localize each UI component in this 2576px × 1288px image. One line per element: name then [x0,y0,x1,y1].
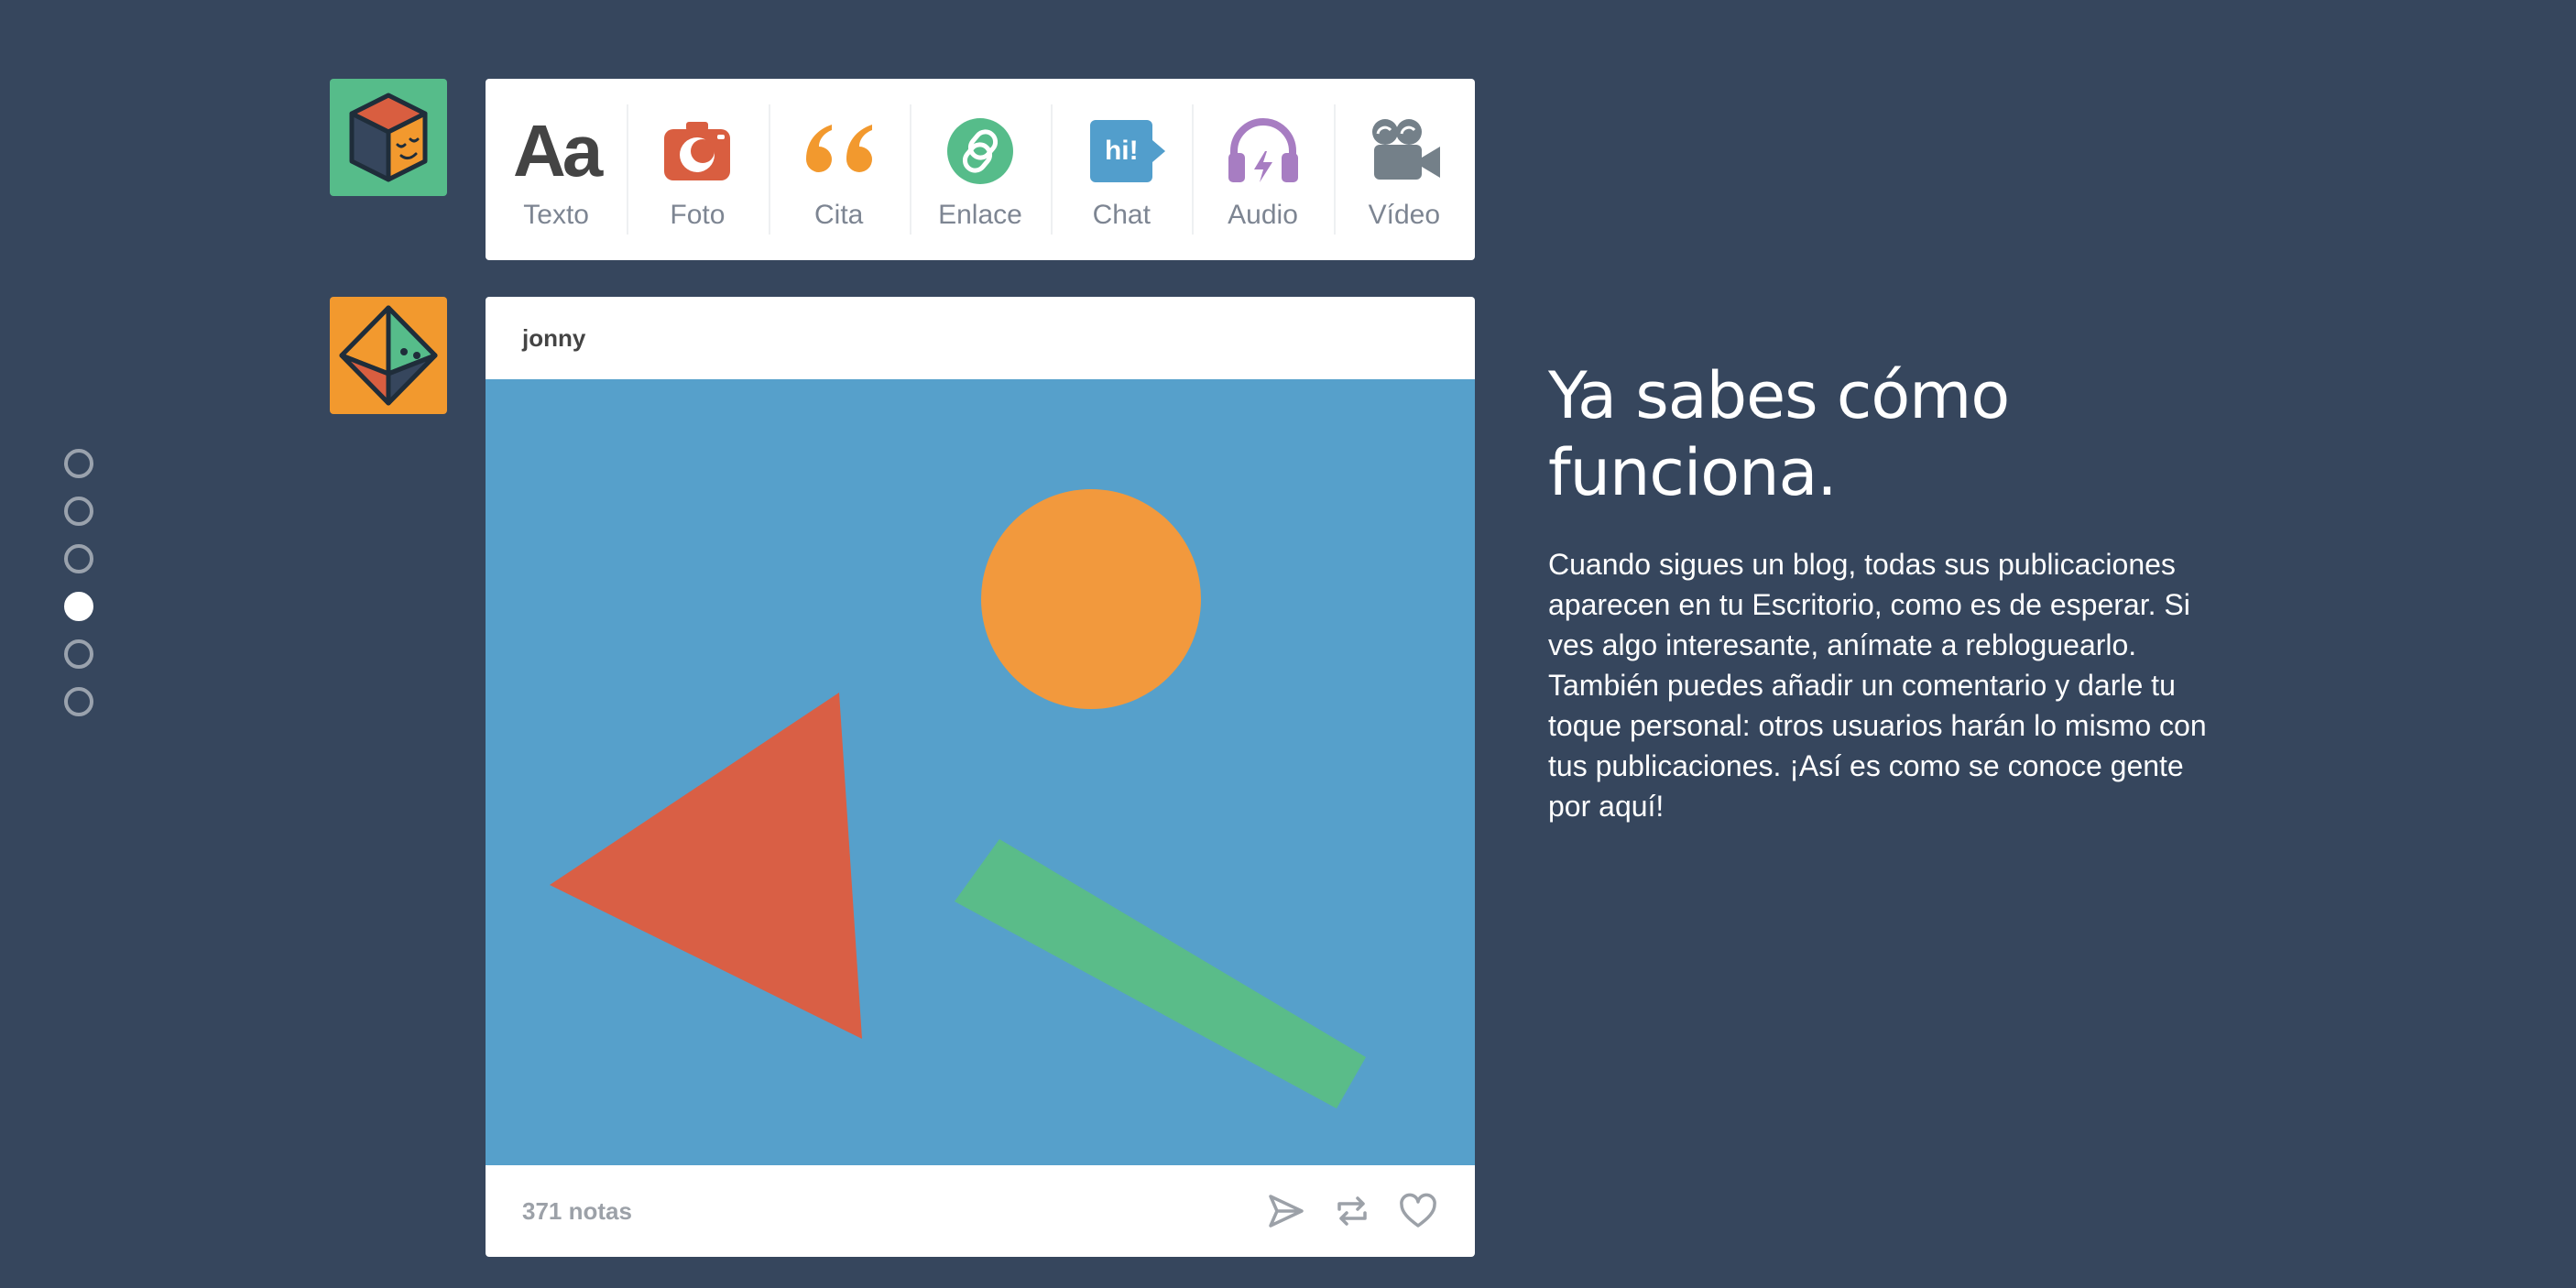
post-type-text[interactable]: Aa Texto [486,79,627,260]
post-type-photo[interactable]: Foto [627,79,768,260]
reblog-icon [1337,1196,1367,1226]
post-type-label: Texto [523,200,589,230]
link-icon [945,112,1015,191]
post-type-label: Audio [1228,200,1298,230]
like-button[interactable] [1398,1191,1438,1231]
post-type-label: Chat [1092,200,1151,230]
blog-avatar[interactable] [330,297,447,414]
red-triangle-shape [550,693,862,1039]
post-actions [1266,1191,1438,1231]
onboarding-copy: Ya sabes cómo funciona. Cuando sigues un… [1548,357,2226,826]
pager-dot-1[interactable] [64,449,93,478]
post-type-label: Cita [814,200,864,230]
post-card: jonny 371 notas [486,297,1475,1257]
post-type-label: Enlace [938,200,1022,230]
notes-count[interactable]: 371 notas [522,1197,632,1226]
post-footer: 371 notas [486,1165,1475,1257]
post-type-label: Foto [670,200,726,230]
blog-name[interactable]: jonny [522,324,585,353]
green-bar-shape [955,839,1366,1108]
quote-icon [802,112,876,191]
reblog-button[interactable] [1332,1191,1372,1231]
pager-dot-2[interactable] [64,497,93,526]
pager-dot-5[interactable] [64,639,93,669]
cube-avatar-icon [349,93,428,182]
pager-dot-4-active[interactable] [64,592,93,621]
post-type-label: Vídeo [1368,200,1441,230]
post-image[interactable] [486,379,1475,1165]
post-type-chat[interactable]: hi! Chat [1051,79,1192,260]
share-icon [1269,1195,1304,1228]
post-header: jonny [486,297,1475,379]
post-type-video[interactable]: Vídeo [1333,79,1475,260]
pager-dot-3[interactable] [64,544,93,573]
post-type-audio[interactable]: Audio [1192,79,1333,260]
headphones-icon [1227,112,1300,191]
post-type-bar: Aa Texto Foto Cita Enlace hi! Chat Audio… [486,79,1475,260]
shapes-illustration [550,489,1366,1108]
video-camera-icon [1367,112,1442,191]
post-type-link[interactable]: Enlace [909,79,1051,260]
like-icon [1400,1193,1436,1228]
onboarding-body: Cuando sigues un blog, todas sus publica… [1548,548,2207,823]
octahedron-avatar-icon [339,305,438,406]
user-avatar[interactable] [330,79,447,196]
share-button[interactable] [1266,1191,1306,1231]
chat-icon: hi! [1090,112,1166,191]
pager-dot-6[interactable] [64,687,93,716]
post-type-quote[interactable]: Cita [768,79,910,260]
camera-icon [662,112,732,191]
orange-circle-shape [981,489,1201,709]
text-icon: Aa [513,110,603,191]
onboarding-heading: Ya sabes cómo funciona. [1548,358,2010,510]
